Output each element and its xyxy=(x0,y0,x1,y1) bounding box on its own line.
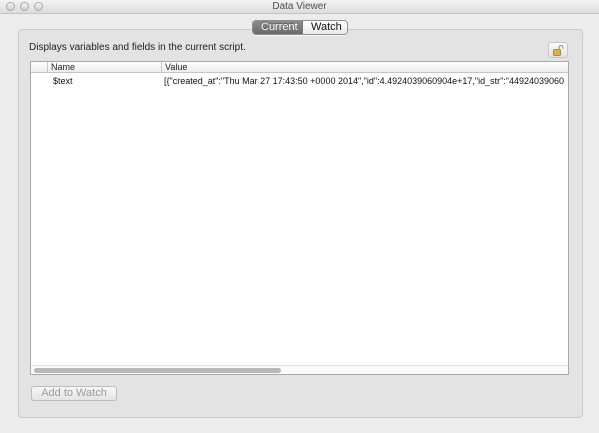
column-header-expander[interactable] xyxy=(31,62,48,73)
tab-current[interactable]: Current xyxy=(253,21,303,34)
table-header: Name Value xyxy=(31,62,568,73)
column-header-value[interactable]: Value xyxy=(162,62,568,73)
add-to-watch-button[interactable]: Add to Watch xyxy=(31,386,117,401)
tab-watch[interactable]: Watch xyxy=(303,21,347,34)
scrollbar-thumb[interactable] xyxy=(34,368,281,373)
lock-icon xyxy=(553,45,564,56)
panel-description: Displays variables and fields in the cur… xyxy=(29,42,246,53)
table-row[interactable]: $text [{"created_at":"Thu Mar 27 17:43:5… xyxy=(31,74,568,88)
title-bar: Data Viewer xyxy=(0,0,599,14)
row-value-cell: [{"created_at":"Thu Mar 27 17:43:50 +000… xyxy=(164,76,565,86)
window-title: Data Viewer xyxy=(272,1,327,12)
row-name-cell: $text xyxy=(53,76,73,86)
horizontal-scrollbar[interactable] xyxy=(31,365,568,374)
view-tabs: Current Watch xyxy=(252,20,348,35)
lock-button[interactable] xyxy=(548,42,568,58)
variables-table: Name Value $text [{"created_at":"Thu Mar… xyxy=(30,61,569,375)
column-header-name[interactable]: Name xyxy=(48,62,162,73)
